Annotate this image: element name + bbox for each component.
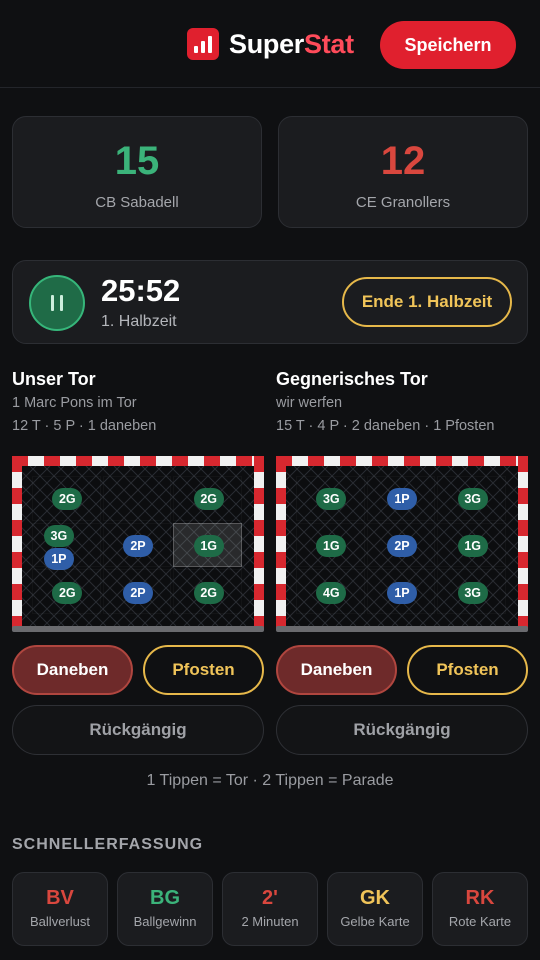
save-button[interactable]: Speichern (380, 21, 516, 69)
quick-entry-button[interactable]: 2' 2 Minuten (222, 872, 318, 946)
goal-zone-2[interactable] (103, 476, 172, 521)
their-goal-shooter: wir werfen (276, 395, 343, 411)
zone-count-badge: 2P (387, 535, 417, 557)
our-goal-stats: 12 T · 5 P · 1 daneben (12, 418, 157, 434)
zone-count-badge: 2G (52, 581, 83, 604)
quick-entry-button[interactable]: BG Ballgewinn (117, 872, 213, 946)
timer-card: 25:52 1. Halbzeit Ende 1. Halbzeit (12, 260, 528, 344)
goal-line (12, 626, 264, 632)
home-score: 15 (114, 139, 160, 183)
zone-count-badge: 3G (316, 488, 347, 511)
quick-entry-label: Rote Karte (448, 914, 512, 929)
quick-entry-button[interactable]: GK Gelbe Karte (327, 872, 423, 946)
our-post-button[interactable]: Pfosten (143, 645, 264, 695)
our-goal-title: Unser Tor (12, 369, 96, 389)
zone-count-badge: 1P (387, 581, 417, 604)
pause-icon (51, 295, 54, 311)
their-goal-grid: 3G 1P 3G 1G 2P 1G 4G 1P 3G (276, 456, 528, 634)
quick-entry-label: Ballverlust (30, 914, 90, 929)
zone-count-badge: 1P (43, 548, 74, 571)
zone-count-badge: 2G (193, 488, 224, 511)
zone-count-badge: 1G (193, 535, 224, 557)
away-team-name: CE Granollers (355, 194, 451, 211)
app-header: SuperStat Speichern (0, 0, 540, 88)
brand-name: SuperStat (229, 28, 354, 59)
end-half-button[interactable]: Ende 1. Halbzeit (342, 277, 512, 327)
zone-count-badge: 2P (123, 535, 153, 557)
goal-post (518, 456, 528, 628)
zone-count-badge: 4G (316, 581, 347, 604)
our-goal-keeper: 1 Marc Pons im Tor (12, 395, 137, 411)
quick-entry-code: 2' (262, 887, 278, 909)
quick-entry-button[interactable]: RK Rote Karte (432, 872, 528, 946)
goal-post (276, 456, 528, 466)
their-goal-header: Gegnerisches Tor wir werfen 15 T · 4 P ·… (276, 368, 528, 436)
away-score-card: 12 CE Granollers (278, 116, 528, 228)
quick-entry-title: SCHNELLERFASSUNG (12, 836, 204, 853)
our-undo-button[interactable]: Rückgängig (12, 705, 264, 755)
goal-line (276, 626, 528, 632)
goal-post (276, 456, 286, 628)
zone-count-badge: 2G (193, 581, 224, 604)
quick-entry-label: Ballgewinn (133, 914, 197, 929)
quick-entry-code: BG (150, 887, 180, 909)
quick-entry-code: GK (360, 887, 390, 909)
our-miss-button[interactable]: Daneben (12, 645, 133, 695)
zone-count-badge: 2P (123, 581, 153, 604)
their-miss-button[interactable]: Daneben (276, 645, 397, 695)
their-undo-button[interactable]: Rückgängig (276, 705, 528, 755)
bar-chart-logo-icon (187, 28, 219, 60)
brand: SuperStat (187, 28, 354, 60)
home-score-card: 15 CB Sabadell (12, 116, 262, 228)
goal-post (254, 456, 264, 628)
our-goal-header: Unser Tor 1 Marc Pons im Tor 12 T · 5 P … (12, 368, 264, 436)
tap-hint: 1 Tippen = Tor · 2 Tippen = Parade (146, 772, 394, 789)
quick-entry-code: RK (465, 887, 495, 909)
their-post-button[interactable]: Pfosten (407, 645, 528, 695)
goal-post (12, 456, 264, 466)
pause-button[interactable] (29, 275, 85, 331)
zone-count-badge: 3G (457, 488, 488, 511)
quick-entry-label: 2 Minuten (241, 914, 299, 929)
zone-count-badge: 1G (457, 535, 488, 557)
goal-post (12, 456, 22, 628)
quick-entry-button[interactable]: BV Ballverlust (12, 872, 108, 946)
zone-count-badge: 1P (387, 488, 417, 511)
away-score: 12 (380, 139, 426, 183)
home-team-name: CB Sabadell (95, 194, 179, 211)
quick-entry-code: BV (46, 887, 74, 909)
zone-count-badge: 2G (52, 488, 83, 511)
quick-entry-label: Gelbe Karte (340, 914, 410, 929)
their-goal-stats: 15 T · 4 P · 2 daneben · 1 Pfosten (276, 418, 495, 434)
zone-count-badge: 3G (457, 581, 488, 604)
our-goal-grid: 2G 2G 3G 1P 2P 1G 2G 2P 2G (12, 456, 264, 634)
half-label: 1. Halbzeit (101, 313, 177, 330)
their-goal-title: Gegnerisches Tor (276, 369, 428, 389)
zone-count-badge: 3G (43, 524, 74, 547)
game-clock: 25:52 (101, 273, 181, 308)
zone-count-badge: 1G (316, 535, 347, 557)
